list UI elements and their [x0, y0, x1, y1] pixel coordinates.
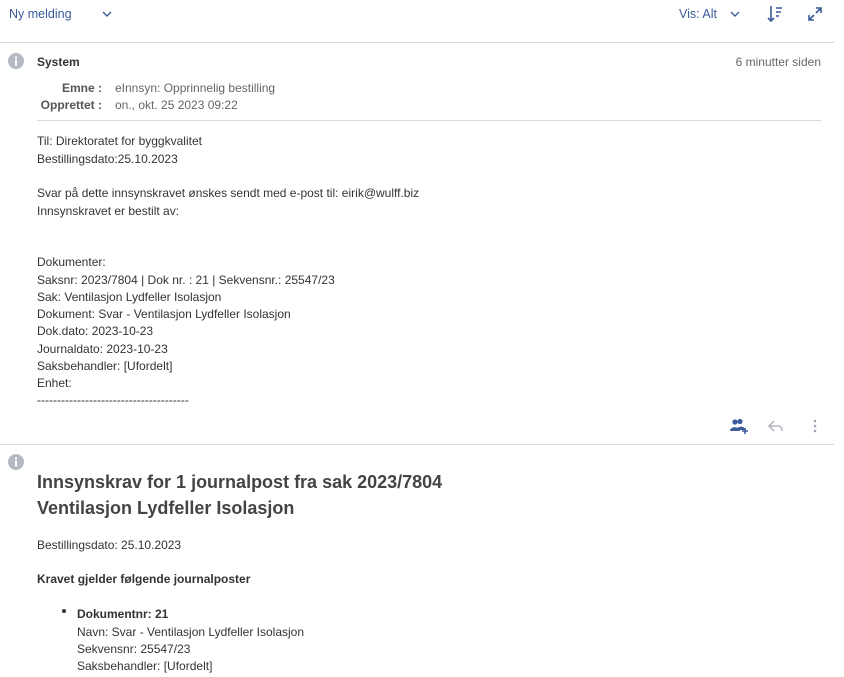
created-label: Opprettet :	[40, 98, 102, 112]
body-line: Enhet:	[37, 376, 72, 390]
body-line: Bestillingsdato:25.10.2023	[37, 152, 178, 166]
order-date: Bestillingsdato: 25.10.2023	[37, 538, 182, 552]
message-timestamp: 6 minutter siden	[735, 55, 821, 69]
body-line: Svar på dette innsynskravet ønskes sendt…	[37, 186, 420, 200]
top-toolbar: Ny melding Vis: Alt	[0, 0, 834, 43]
view-filter-dropdown[interactable]: Vis: Alt	[679, 7, 717, 21]
case-title: Ventilasjon Lydfeller Isolasjon	[37, 498, 295, 518]
body-line: Sak: Ventilasjon Lydfeller Isolasjon	[37, 290, 222, 304]
body-line: Dok.dato: 2023-10-23	[37, 324, 154, 338]
request-title: Innsynskrav for 1 journalpost fra sak 20…	[37, 472, 443, 492]
sort-icon[interactable]	[767, 5, 783, 23]
subject-label: Emne :	[61, 81, 102, 95]
subject-value: eInnsyn: Opprinnelig bestilling	[115, 81, 276, 95]
document-sequence: Sekvensnr: 25547/23	[77, 642, 191, 656]
body-line: Journaldato: 2023-10-23	[37, 342, 168, 356]
message-divider	[0, 444, 834, 445]
body-line: Dokumenter:	[37, 255, 106, 269]
chevron-down-icon[interactable]	[730, 9, 740, 19]
document-number: Dokumentnr: 21	[77, 607, 169, 621]
claim-heading: Kravet gjelder følgende journalposter	[37, 572, 251, 586]
expand-icon[interactable]	[807, 6, 823, 22]
body-line: --------------------------------------	[37, 393, 189, 407]
bullet-point	[62, 609, 66, 613]
info-icon	[8, 454, 24, 470]
more-options-icon[interactable]	[805, 417, 825, 435]
reply-icon[interactable]	[766, 417, 786, 435]
header-divider	[37, 120, 821, 121]
add-participants-icon[interactable]	[729, 417, 749, 435]
document-name: Navn: Svar - Ventilasjon Lydfeller Isola…	[77, 625, 305, 639]
body-line: Dokument: Svar - Ventilasjon Lydfeller I…	[37, 307, 291, 321]
info-icon	[8, 53, 24, 69]
new-message-button[interactable]: Ny melding	[9, 7, 72, 21]
document-handler: Saksbehandler: [Ufordelt]	[77, 659, 213, 673]
message-sender: System	[37, 55, 80, 69]
body-line: Til: Direktoratet for byggkvalitet	[37, 134, 202, 148]
body-line: Innsynskravet er bestilt av:	[37, 204, 180, 218]
body-line: Saksbehandler: [Ufordelt]	[37, 359, 173, 373]
created-value: on., okt. 25 2023 09:22	[115, 98, 238, 112]
body-line: Saksnr: 2023/7804 | Dok nr. : 21 | Sekve…	[37, 273, 335, 287]
chevron-down-icon[interactable]	[102, 9, 112, 19]
